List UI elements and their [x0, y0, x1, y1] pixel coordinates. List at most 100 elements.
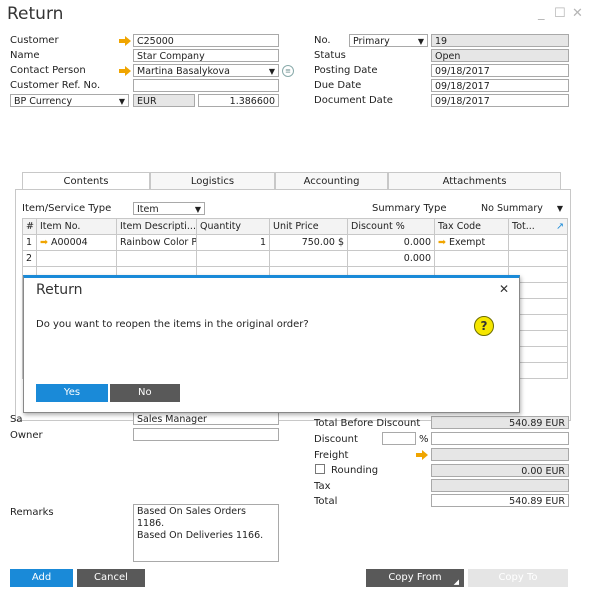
item-no-cell[interactable]: ➡ A00004 — [36, 234, 117, 251]
total-cell[interactable] — [508, 250, 568, 267]
unit-price-cell[interactable] — [269, 250, 348, 267]
table-row[interactable]: 1 ➡ A00004 Rainbow Color P 1 750.00 $ 0.… — [22, 234, 568, 251]
column-header[interactable]: Tax Code — [434, 218, 509, 235]
tab-attachments[interactable]: Attachments — [388, 172, 561, 189]
tax-code-cell[interactable] — [434, 250, 509, 267]
no-button[interactable]: No — [110, 384, 180, 402]
status-field: Open — [431, 49, 569, 62]
chevron-down-icon: ▼ — [118, 97, 125, 106]
tab-accounting[interactable]: Accounting — [275, 172, 388, 189]
tax-link-arrow-icon[interactable]: ➡ — [438, 237, 446, 248]
exchange-rate-field[interactable]: 1.386600 — [198, 94, 279, 107]
description-cell[interactable]: Rainbow Color P — [116, 234, 197, 251]
quantity-cell[interactable]: 1 — [196, 234, 270, 251]
column-header[interactable]: Item No. — [36, 218, 117, 235]
tax-code-value: Exempt — [449, 237, 486, 248]
add-button[interactable]: Add — [10, 569, 73, 587]
item-link-arrow-icon[interactable]: ➡ — [40, 237, 48, 248]
column-header-label: Tot... — [512, 221, 535, 232]
owner-field[interactable] — [133, 428, 279, 441]
column-header[interactable]: Item Descripti... — [116, 218, 197, 235]
row-number: 1 — [22, 234, 37, 251]
customer-link-arrow-icon[interactable] — [119, 36, 131, 46]
freight-field — [431, 448, 569, 461]
window-title: Return — [7, 4, 64, 24]
dropdown-corner-icon: ◢ — [453, 578, 459, 586]
copy-to-button[interactable]: Copy To — [468, 569, 568, 587]
item-type-select[interactable]: Item ▼ — [133, 202, 205, 215]
item-type-value: Item — [137, 204, 159, 215]
document-date-field[interactable]: 09/18/2017 — [431, 94, 569, 107]
item-no-cell[interactable] — [36, 250, 117, 267]
freight-link-arrow-icon[interactable] — [416, 450, 428, 460]
close-icon[interactable]: ✕ — [572, 6, 583, 21]
contact-person-select[interactable]: Martina Basalykova ▼ — [133, 64, 279, 77]
column-header[interactable]: Tot... ↗ — [508, 218, 568, 235]
maximize-icon[interactable]: ☐ — [554, 6, 566, 21]
posting-date-field[interactable]: 09/18/2017 — [431, 64, 569, 77]
tab-contents[interactable]: Contents — [22, 172, 150, 189]
total-cell[interactable] — [508, 234, 568, 251]
customer-ref-field[interactable] — [133, 79, 279, 92]
unit-price-cell[interactable]: 750.00 $ — [269, 234, 348, 251]
column-header[interactable]: Quantity — [196, 218, 270, 235]
rounding-field: 0.00 EUR — [431, 464, 569, 477]
copy-from-label: Copy From — [388, 572, 442, 583]
minimize-icon[interactable]: _ — [538, 6, 545, 21]
table-row[interactable]: 2 0.000 — [22, 250, 568, 267]
percent-sign: % — [419, 434, 429, 445]
series-select[interactable]: Primary ▼ — [349, 34, 428, 47]
contact-person-value: Martina Basalykova — [137, 66, 230, 77]
customer-ref-label: Customer Ref. No. — [10, 80, 101, 91]
column-header[interactable]: Discount % — [347, 218, 435, 235]
name-field[interactable]: Star Company — [133, 49, 279, 62]
discount-label: Discount — [314, 434, 358, 445]
cancel-button[interactable]: Cancel — [77, 569, 145, 587]
list-icon[interactable]: ≡ — [282, 65, 294, 77]
total-before-discount-field: 540.89 EUR — [431, 416, 569, 429]
column-header[interactable]: Unit Price — [269, 218, 348, 235]
rounding-checkbox[interactable] — [315, 464, 325, 474]
total-label: Total — [314, 496, 338, 507]
close-icon[interactable]: ✕ — [499, 282, 509, 296]
quantity-cell[interactable] — [196, 250, 270, 267]
sales-employee-field[interactable]: Sales Manager — [133, 412, 279, 425]
owner-label: Owner — [10, 430, 43, 441]
tax-code-cell[interactable]: ➡ Exempt — [434, 234, 509, 251]
freight-label: Freight — [314, 450, 349, 461]
confirm-dialog: Return ✕ Do you want to reopen the items… — [23, 275, 520, 413]
yes-button[interactable]: Yes — [36, 384, 108, 402]
discount-cell[interactable]: 0.000 — [347, 234, 435, 251]
row-number: 2 — [22, 250, 37, 267]
remarks-line: Based On Deliveries 1166. — [137, 530, 264, 541]
chevron-down-icon: ▼ — [268, 67, 275, 76]
question-icon: ? — [474, 316, 494, 336]
summary-type-label: Summary Type — [372, 203, 447, 214]
expand-arrow-icon[interactable]: ↗ — [556, 221, 564, 232]
remarks-field[interactable]: Based On Sales Orders 1186. Based On Del… — [133, 504, 279, 562]
remarks-label: Remarks — [10, 507, 54, 518]
contact-person-label: Contact Person — [10, 65, 86, 76]
total-field: 540.89 EUR — [431, 494, 569, 507]
contact-link-arrow-icon[interactable] — [119, 66, 131, 76]
no-label: No. — [314, 35, 331, 46]
column-header[interactable]: # — [22, 218, 37, 235]
customer-field[interactable]: C25000 — [133, 34, 279, 47]
tab-logistics[interactable]: Logistics — [150, 172, 275, 189]
rounding-label: Rounding — [331, 465, 379, 476]
status-label: Status — [314, 50, 346, 61]
item-type-label: Item/Service Type — [22, 203, 112, 214]
description-cell[interactable] — [116, 250, 197, 267]
summary-type-select[interactable]: No Summary ▼ — [478, 202, 565, 215]
discount-cell[interactable]: 0.000 — [347, 250, 435, 267]
chevron-down-icon: ▼ — [556, 204, 563, 213]
chevron-down-icon: ▼ — [194, 205, 201, 214]
summary-type-value: No Summary — [481, 203, 543, 214]
discount-amount-field[interactable] — [431, 432, 569, 445]
copy-from-button[interactable]: Copy From ◢ — [366, 569, 464, 587]
due-date-field[interactable]: 09/18/2017 — [431, 79, 569, 92]
tax-field — [431, 479, 569, 492]
discount-percent-field[interactable] — [382, 432, 416, 445]
currency-type-select[interactable]: BP Currency ▼ — [10, 94, 129, 107]
due-date-label: Due Date — [314, 80, 362, 91]
